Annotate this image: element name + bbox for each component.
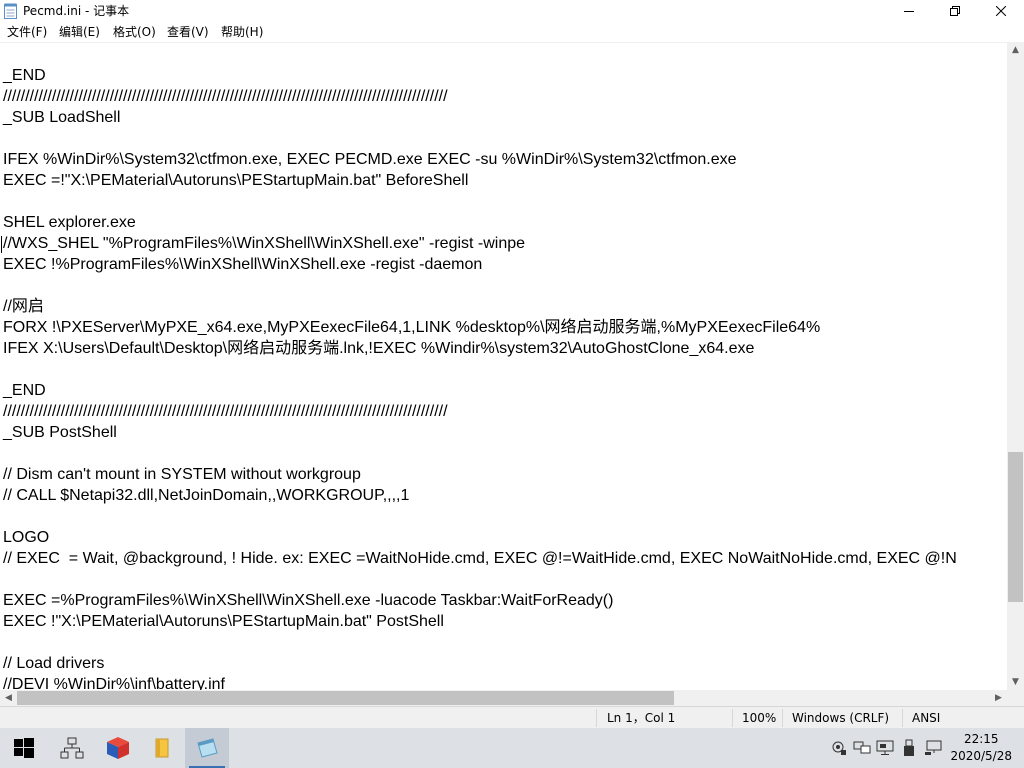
status-divider <box>902 709 903 727</box>
text-editor[interactable]: _END ////////////////////////////////////… <box>0 42 1007 691</box>
menu-format[interactable]: 格式(O) <box>113 25 156 40</box>
encoding: ANSI <box>912 711 941 725</box>
text-line: EXEC =!"X:\PEMaterial\Autoruns\PEStartup… <box>3 172 469 189</box>
text-line: // Dism can't mount in SYSTEM without wo… <box>3 466 361 483</box>
scroll-left-icon[interactable]: ◀ <box>0 690 17 706</box>
text-line: IFEX %WinDir%\System32\ctfmon.exe, EXEC … <box>3 151 737 168</box>
text-line: //WXS_SHEL "%ProgramFiles%\WinXShell\Win… <box>3 235 526 252</box>
taskbar-file-explorer[interactable] <box>140 728 184 768</box>
taskbar: 22:15 2020/5/28 <box>0 728 1024 768</box>
menu-file[interactable]: 文件(F) <box>7 25 47 40</box>
text-line: ////////////////////////////////////////… <box>3 403 448 420</box>
clock-time: 22:15 <box>963 732 999 746</box>
taskbar-3d-app[interactable] <box>96 728 140 768</box>
text-line: SHEL explorer.exe <box>3 214 136 231</box>
text-line: _END <box>3 382 46 399</box>
start-button[interactable] <box>2 728 46 768</box>
minimize-icon <box>904 11 914 12</box>
tray-network-status[interactable] <box>830 739 848 757</box>
horizontal-scrollbar[interactable]: ◀ ▶ <box>0 690 1007 706</box>
text-line: // Load drivers <box>3 655 105 672</box>
folder-icon <box>155 738 169 758</box>
monitor-icon <box>876 740 894 755</box>
status-divider <box>732 709 733 727</box>
notepad-icon <box>197 738 218 758</box>
clock-date: 2020/5/28 <box>950 749 1012 763</box>
menu-view[interactable]: 查看(V) <box>167 25 209 40</box>
line-ending: Windows (CRLF) <box>792 711 890 725</box>
scroll-down-icon[interactable]: ▼ <box>1007 674 1024 690</box>
text-line: _END <box>3 67 46 84</box>
network-icon <box>925 740 942 755</box>
tray-usb[interactable] <box>900 739 918 757</box>
3d-box-app-icon <box>107 737 129 759</box>
text-line: IFEX X:\Users\Default\Desktop\网络启动服务端.ln… <box>3 340 755 357</box>
minimize-button[interactable] <box>886 0 932 22</box>
menu-bar: 文件(F) 编辑(E) 格式(O) 查看(V) 帮助(H) <box>0 22 1024 42</box>
close-icon <box>996 6 1006 16</box>
zoom-level: 100% <box>742 711 777 725</box>
text-line: LOGO <box>3 529 50 546</box>
status-divider <box>596 709 597 727</box>
tray-monitor[interactable] <box>876 739 894 757</box>
text-line: EXEC !"X:\PEMaterial\Autoruns\PEStartupM… <box>3 613 444 630</box>
text-line: _SUB PostShell <box>3 424 117 441</box>
display-icon <box>853 741 871 754</box>
status-divider <box>782 709 783 727</box>
vertical-scrollbar[interactable]: ▲ ▼ <box>1007 42 1024 690</box>
notepad-icon[interactable] <box>4 3 17 19</box>
network-status-icon <box>832 741 846 755</box>
taskbar-network-app[interactable] <box>50 728 94 768</box>
scroll-up-icon[interactable]: ▲ <box>1007 42 1024 58</box>
status-bar: Ln 1，Col 1 100% Windows (CRLF) ANSI <box>0 706 1024 728</box>
text-line: // EXEC = Wait, @background, ! Hide. ex:… <box>3 550 957 567</box>
tray-display[interactable] <box>853 739 871 757</box>
text-line: ////////////////////////////////////////… <box>3 88 448 105</box>
taskbar-notepad[interactable] <box>185 728 229 768</box>
menu-edit[interactable]: 编辑(E) <box>59 25 100 40</box>
menu-help[interactable]: 帮助(H) <box>221 25 263 40</box>
maximize-icon <box>950 6 960 16</box>
scrollbar-corner <box>1007 690 1024 706</box>
text-line: //网启 <box>3 298 44 315</box>
close-button[interactable] <box>978 0 1024 22</box>
horizontal-scroll-thumb[interactable] <box>17 691 674 705</box>
text-line: // CALL $Netapi32.dll,NetJoinDomain,,WOR… <box>3 487 410 504</box>
text-line: //DEVI %WinDir%\inf\battery.inf <box>3 676 225 691</box>
text-line: EXEC =%ProgramFiles%\WinXShell\WinXShell… <box>3 592 614 609</box>
window-title: Pecmd.ini - 记事本 <box>23 4 130 18</box>
text-line: EXEC !%ProgramFiles%\WinXShell\WinXShell… <box>3 256 483 273</box>
tray-network[interactable] <box>924 739 942 757</box>
text-line: _SUB LoadShell <box>3 109 121 126</box>
vertical-scroll-thumb[interactable] <box>1008 452 1023 602</box>
text-line: FORX !\PXEServer\MyPXE_x64.exe,MyPXEexec… <box>3 319 821 336</box>
maximize-button[interactable] <box>932 0 978 22</box>
start-icon <box>14 738 34 758</box>
network-app-icon <box>60 737 84 759</box>
text-caret <box>1 236 2 253</box>
cursor-position: Ln 1，Col 1 <box>607 711 676 725</box>
title-bar[interactable]: Pecmd.ini - 记事本 <box>0 0 1024 22</box>
usb-icon <box>904 739 914 756</box>
taskbar-clock[interactable]: 22:15 2020/5/28 <box>950 731 1012 765</box>
scroll-right-icon[interactable]: ▶ <box>990 690 1007 706</box>
